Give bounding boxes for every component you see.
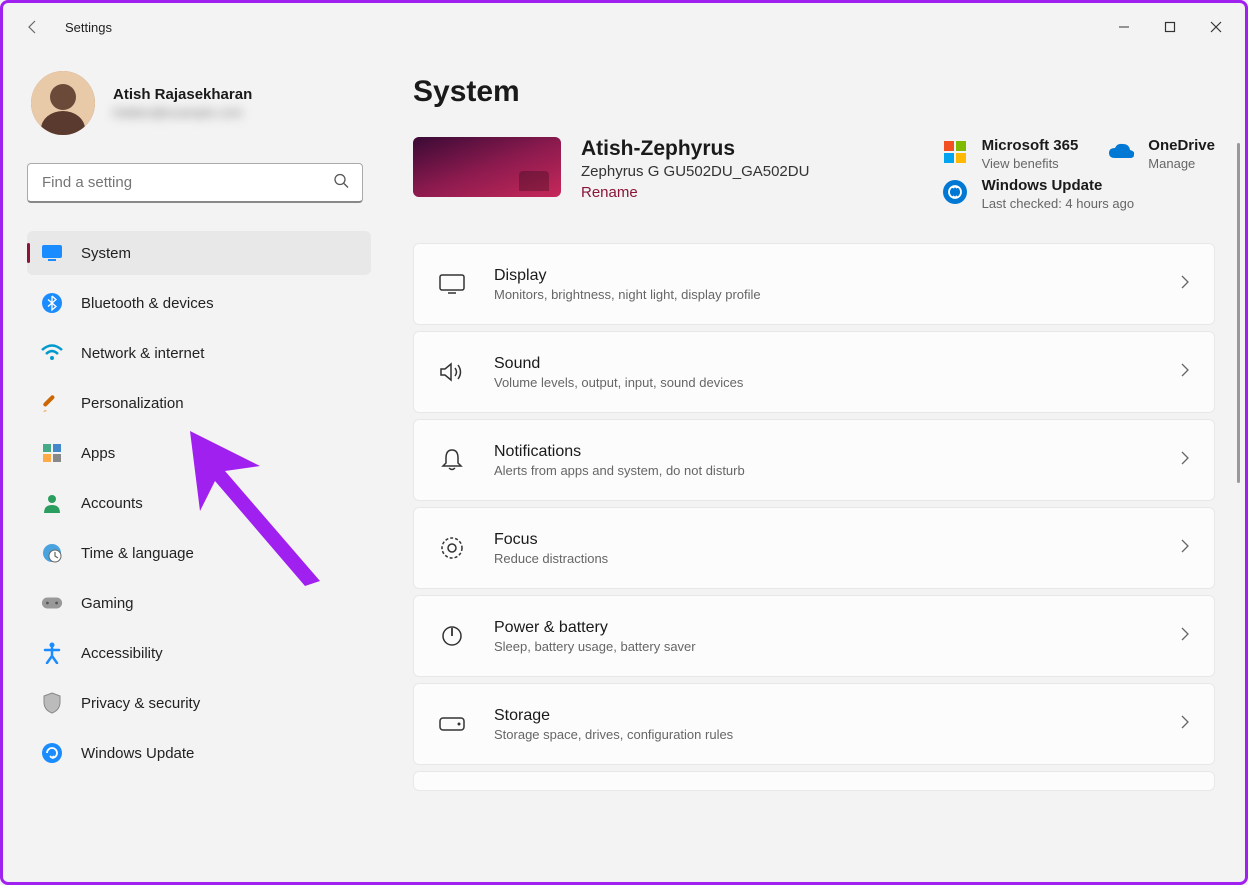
sidebar-item-label: Privacy & security [81, 695, 200, 712]
device-name: Atish-Zephyrus [581, 137, 809, 161]
minimize-button[interactable] [1101, 11, 1147, 43]
setting-focus[interactable]: Focus Reduce distractions [413, 507, 1215, 589]
sidebar-item-label: System [81, 245, 131, 262]
back-button[interactable] [19, 13, 47, 41]
chevron-right-icon [1180, 450, 1190, 471]
nav-list: System Bluetooth & devices Network & int… [27, 231, 371, 775]
setting-notifications[interactable]: Notifications Alerts from apps and system… [413, 419, 1215, 501]
sidebar-item-network[interactable]: Network & internet [27, 331, 371, 375]
shield-icon [41, 692, 63, 714]
wifi-icon [41, 342, 63, 364]
paintbrush-icon [41, 392, 63, 414]
sound-icon [438, 358, 466, 386]
status-sub: Manage [1148, 156, 1215, 171]
update-icon [41, 742, 63, 764]
system-icon [41, 242, 63, 264]
titlebar: Settings [3, 3, 1245, 51]
onedrive-icon [1106, 137, 1136, 167]
setting-storage[interactable]: Storage Storage space, drives, configurat… [413, 683, 1215, 765]
window-title: Settings [65, 20, 112, 35]
sidebar-item-label: Bluetooth & devices [81, 295, 214, 312]
chevron-right-icon [1180, 538, 1190, 559]
microsoft-365-link[interactable]: Microsoft 365 View benefits [940, 137, 1079, 171]
update-circle-icon [940, 177, 970, 207]
card-sub: Volume levels, output, input, sound devi… [494, 375, 1180, 390]
sidebar-item-label: Accessibility [81, 645, 163, 662]
sidebar-item-label: Network & internet [81, 345, 204, 362]
sidebar-item-label: Windows Update [81, 745, 194, 762]
card-sub: Monitors, brightness, night light, displ… [494, 287, 1180, 302]
maximize-button[interactable] [1147, 11, 1193, 43]
user-email: hidden@example.com [113, 105, 252, 120]
status-title: Microsoft 365 [982, 137, 1079, 154]
chevron-right-icon [1180, 362, 1190, 383]
device-model: Zephyrus G GU502DU_GA502DU [581, 163, 809, 180]
sidebar-item-label: Personalization [81, 395, 184, 412]
page-title: System [413, 75, 1215, 109]
setting-sound[interactable]: Sound Volume levels, output, input, sound… [413, 331, 1215, 413]
card-sub: Reduce distractions [494, 551, 1180, 566]
setting-display[interactable]: Display Monitors, brightness, night light… [413, 243, 1215, 325]
apps-icon [41, 442, 63, 464]
status-title: OneDrive [1148, 137, 1215, 154]
avatar [31, 71, 95, 135]
display-icon [438, 270, 466, 298]
search-input[interactable] [27, 163, 363, 203]
search-icon [333, 173, 349, 194]
card-sub: Storage space, drives, configuration rul… [494, 727, 1180, 742]
onedrive-link[interactable]: OneDrive Manage [1106, 137, 1215, 171]
sidebar-item-gaming[interactable]: Gaming [27, 581, 371, 625]
user-name: Atish Rajasekharan [113, 86, 252, 103]
user-account-button[interactable]: Atish Rajasekharan hidden@example.com [27, 71, 371, 135]
setting-power[interactable]: Power & battery Sleep, battery usage, bat… [413, 595, 1215, 677]
chevron-right-icon [1180, 714, 1190, 735]
sidebar-item-label: Gaming [81, 595, 134, 612]
scrollbar[interactable] [1237, 143, 1240, 483]
bluetooth-icon [41, 292, 63, 314]
sidebar-item-update[interactable]: Windows Update [27, 731, 371, 775]
microsoft-365-icon [940, 137, 970, 167]
storage-icon [438, 710, 466, 738]
chevron-right-icon [1180, 274, 1190, 295]
card-title: Focus [494, 531, 1180, 549]
card-sub: Alerts from apps and system, do not dist… [494, 463, 1180, 478]
windows-update-link[interactable]: Windows Update Last checked: 4 hours ago [940, 177, 1215, 211]
bell-icon [438, 446, 466, 474]
device-info[interactable]: Atish-Zephyrus Zephyrus G GU502DU_GA502D… [413, 137, 809, 211]
power-icon [438, 622, 466, 650]
close-button[interactable] [1193, 11, 1239, 43]
sidebar: Atish Rajasekharan hidden@example.com Sy… [3, 51, 383, 882]
sidebar-item-personalization[interactable]: Personalization [27, 381, 371, 425]
accessibility-icon [41, 642, 63, 664]
sidebar-item-privacy[interactable]: Privacy & security [27, 681, 371, 725]
card-title: Notifications [494, 443, 1180, 461]
gamepad-icon [41, 592, 63, 614]
card-title: Display [494, 267, 1180, 285]
sidebar-item-system[interactable]: System [27, 231, 371, 275]
card-title: Storage [494, 707, 1180, 725]
sidebar-item-label: Accounts [81, 495, 143, 512]
main-content: System Atish-Zephyrus Zephyrus G GU502DU… [383, 51, 1245, 882]
status-title: Windows Update [982, 177, 1135, 194]
person-icon [41, 492, 63, 514]
clock-globe-icon [41, 542, 63, 564]
chevron-right-icon [1180, 626, 1190, 647]
card-title: Power & battery [494, 619, 1180, 637]
focus-icon [438, 534, 466, 562]
sidebar-item-bluetooth[interactable]: Bluetooth & devices [27, 281, 371, 325]
status-sub: Last checked: 4 hours ago [982, 196, 1135, 211]
sidebar-item-time[interactable]: Time & language [27, 531, 371, 575]
rename-link[interactable]: Rename [581, 184, 809, 201]
status-sub: View benefits [982, 156, 1079, 171]
settings-list: Display Monitors, brightness, night light… [413, 243, 1215, 791]
desktop-wallpaper-thumb [413, 137, 561, 197]
sidebar-item-accounts[interactable]: Accounts [27, 481, 371, 525]
setting-card-partial[interactable] [413, 771, 1215, 791]
card-title: Sound [494, 355, 1180, 373]
sidebar-item-accessibility[interactable]: Accessibility [27, 631, 371, 675]
sidebar-item-label: Time & language [81, 545, 194, 562]
sidebar-item-apps[interactable]: Apps [27, 431, 371, 475]
card-sub: Sleep, battery usage, battery saver [494, 639, 1180, 654]
sidebar-item-label: Apps [81, 445, 115, 462]
